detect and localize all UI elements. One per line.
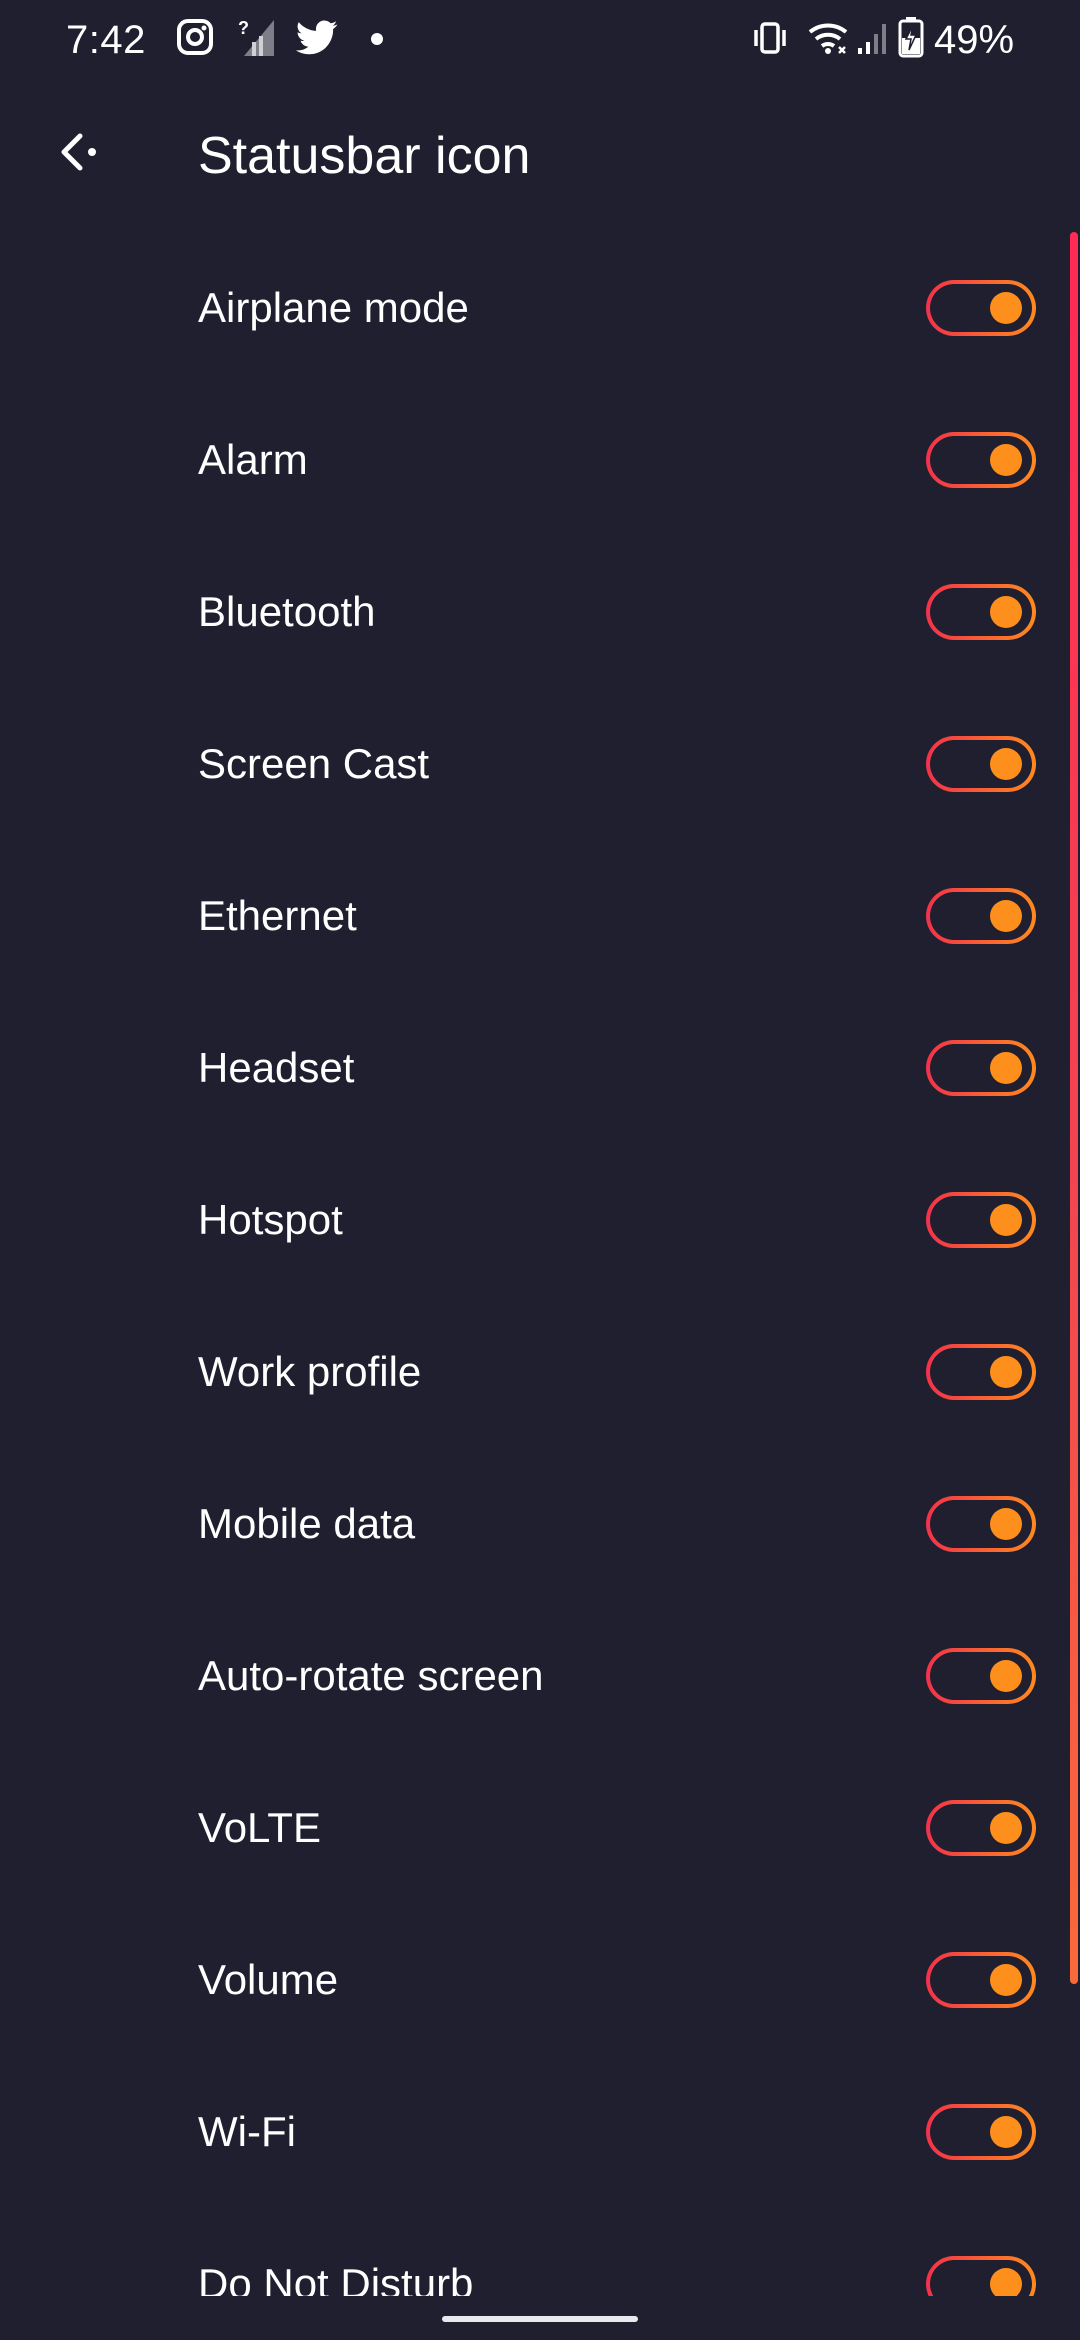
battery-charging-icon <box>898 16 924 63</box>
toggle-switch[interactable] <box>926 2104 1036 2160</box>
toggle-knob <box>990 596 1022 628</box>
setting-row-screen-cast[interactable]: Screen Cast <box>0 688 1080 840</box>
toggle-switch[interactable] <box>926 1040 1036 1096</box>
toggle-switch[interactable] <box>926 1192 1036 1248</box>
setting-row-work-profile[interactable]: Work profile <box>0 1296 1080 1448</box>
setting-label: Airplane mode <box>198 284 469 331</box>
cell-signal-icon <box>856 20 886 61</box>
setting-label: Mobile data <box>198 1500 416 1547</box>
toggle-knob <box>990 444 1022 476</box>
toggle-knob <box>990 2268 1022 2296</box>
svg-text:?: ? <box>238 18 249 38</box>
setting-row-ethernet[interactable]: Ethernet <box>0 840 1080 992</box>
toggle-knob <box>990 1964 1022 1996</box>
setting-label: Bluetooth <box>198 588 376 635</box>
back-arrow-icon <box>54 128 102 181</box>
twitter-icon <box>296 20 338 61</box>
setting-label: Volume <box>198 1956 339 2003</box>
setting-label: Alarm <box>198 436 308 483</box>
status-bar: 7:42 ? 49% <box>0 0 1080 80</box>
dot-icon <box>370 32 384 51</box>
setting-row-wi-fi[interactable]: Wi-Fi <box>0 2056 1080 2208</box>
setting-row-do-not-disturb[interactable]: Do Not Disturb <box>0 2208 1080 2296</box>
toggle-switch[interactable] <box>926 280 1036 336</box>
setting-row-volume[interactable]: Volume <box>0 1904 1080 2056</box>
toggle-knob <box>990 2116 1022 2148</box>
toggle-knob <box>990 1356 1022 1388</box>
setting-row-auto-rotate-screen[interactable]: Auto-rotate screen <box>0 1600 1080 1752</box>
toggle-knob <box>990 1204 1022 1236</box>
toggle-knob <box>990 1052 1022 1084</box>
toggle-switch[interactable] <box>926 1952 1036 2008</box>
scrollbar[interactable] <box>1070 232 1078 1984</box>
signal-unknown-icon: ? <box>238 18 276 63</box>
page-title: Statusbar icon <box>198 127 531 185</box>
setting-row-alarm[interactable]: Alarm <box>0 384 1080 536</box>
setting-label: Auto-rotate screen <box>198 1652 544 1699</box>
toggle-switch[interactable] <box>926 432 1036 488</box>
wifi-icon <box>806 20 850 61</box>
setting-label: Wi-Fi <box>198 2108 296 2155</box>
setting-label: Hotspot <box>198 1196 343 1243</box>
setting-row-volte[interactable]: VoLTE <box>0 1752 1080 1904</box>
toggle-switch[interactable] <box>926 1496 1036 1552</box>
toggle-switch[interactable] <box>926 1648 1036 1704</box>
setting-label: Ethernet <box>198 892 357 939</box>
setting-label: Headset <box>198 1044 355 1091</box>
settings-list[interactable]: Airplane mode Alarm Bluetooth Screen Cas… <box>0 232 1080 2296</box>
setting-row-airplane-mode[interactable]: Airplane mode <box>0 232 1080 384</box>
setting-label: Screen Cast <box>198 740 430 787</box>
toggle-switch[interactable] <box>926 1344 1036 1400</box>
toggle-switch[interactable] <box>926 2256 1036 2296</box>
toggle-knob <box>990 900 1022 932</box>
toggle-knob <box>990 1660 1022 1692</box>
instagram-icon <box>176 18 214 61</box>
status-time: 7:42 <box>66 18 146 62</box>
back-button[interactable] <box>40 116 116 192</box>
vibrate-icon <box>752 20 788 61</box>
setting-row-bluetooth[interactable]: Bluetooth <box>0 536 1080 688</box>
toggle-knob <box>990 748 1022 780</box>
toggle-switch[interactable] <box>926 1800 1036 1856</box>
setting-row-hotspot[interactable]: Hotspot <box>0 1144 1080 1296</box>
battery-percent: 49% <box>934 18 1015 62</box>
toggle-switch[interactable] <box>926 888 1036 944</box>
setting-label: VoLTE <box>198 1804 321 1851</box>
toggle-switch[interactable] <box>926 584 1036 640</box>
toggle-knob <box>990 1508 1022 1540</box>
toggle-knob <box>990 1812 1022 1844</box>
toggle-knob <box>990 292 1022 324</box>
gesture-nav-bar[interactable] <box>442 2316 638 2322</box>
setting-row-mobile-data[interactable]: Mobile data <box>0 1448 1080 1600</box>
toggle-switch[interactable] <box>926 736 1036 792</box>
setting-label: Work profile <box>198 1348 422 1395</box>
setting-row-headset[interactable]: Headset <box>0 992 1080 1144</box>
setting-label: Do Not Disturb <box>198 2260 474 2296</box>
